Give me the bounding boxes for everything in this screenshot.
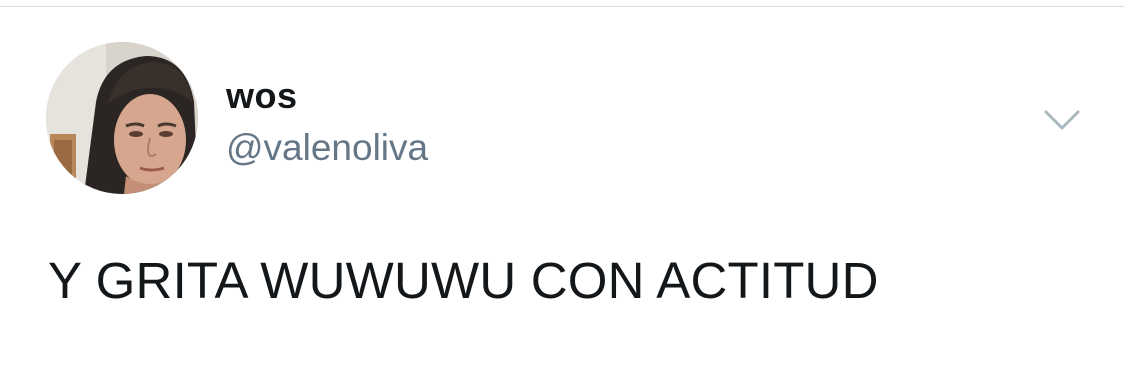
avatar-photo — [46, 42, 198, 194]
tweet-menu-button[interactable] — [1040, 102, 1084, 138]
author-display-name[interactable]: wos — [226, 74, 298, 118]
avatar[interactable] — [46, 42, 198, 194]
tweet-card: wos @valenoliva Y GRITA WUWUWU CON ACTIT… — [0, 0, 1124, 374]
author-handle[interactable]: @valenoliva — [226, 126, 428, 170]
tweet-text: Y GRITA WUWUWU CON ACTITUD — [48, 252, 879, 309]
chevron-down-icon — [1044, 110, 1080, 130]
